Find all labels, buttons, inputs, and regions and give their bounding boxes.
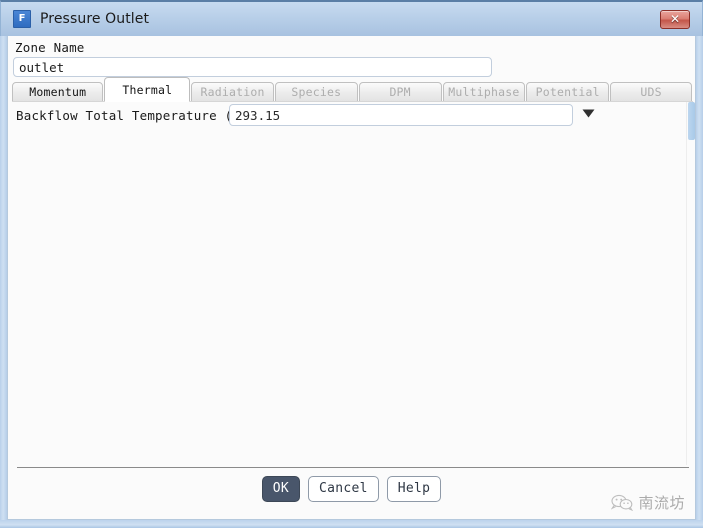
wechat-icon bbox=[611, 494, 634, 511]
backflow-total-temperature-label: Backflow Total Temperature (k) bbox=[16, 108, 248, 123]
window-frame-right bbox=[696, 0, 703, 528]
backflow-total-temperature-input[interactable] bbox=[229, 104, 573, 126]
tab-uds: UDS bbox=[610, 82, 692, 102]
zone-name-input[interactable] bbox=[13, 57, 492, 77]
zone-name-label: Zone Name bbox=[15, 40, 85, 55]
chevron-down-icon[interactable] bbox=[582, 109, 595, 118]
window-title: Pressure Outlet bbox=[40, 11, 150, 27]
tab-potential: Potential bbox=[526, 82, 610, 102]
dialog-body: Zone Name Momentum Thermal Radiation Spe… bbox=[7, 36, 696, 520]
panel-scrollbar[interactable] bbox=[686, 102, 695, 465]
tab-thermal[interactable]: Thermal bbox=[104, 77, 191, 102]
tab-dpm: DPM bbox=[358, 82, 442, 102]
close-button[interactable]: ✕ bbox=[660, 10, 690, 29]
watermark: 南流坊 bbox=[611, 492, 685, 513]
watermark-text: 南流坊 bbox=[638, 494, 685, 512]
close-icon: ✕ bbox=[669, 12, 681, 26]
fluent-app-icon: F bbox=[13, 10, 31, 28]
tab-radiation: Radiation bbox=[191, 82, 274, 102]
tab-strip: Momentum Thermal Radiation Species DPM M… bbox=[12, 77, 693, 102]
tab-species: Species bbox=[274, 82, 358, 102]
tab-multiphase: Multiphase bbox=[442, 82, 526, 102]
window-frame-left bbox=[0, 0, 7, 528]
dialog-button-row: OK Cancel Help bbox=[8, 476, 695, 502]
window-frame-bottom bbox=[0, 520, 703, 528]
cancel-button[interactable]: Cancel bbox=[307, 476, 379, 502]
panel-scrollbar-thumb[interactable] bbox=[688, 102, 695, 140]
pressure-outlet-dialog: F Pressure Outlet ✕ Zone Name Momentum T… bbox=[0, 0, 703, 528]
title-bar[interactable]: F Pressure Outlet ✕ bbox=[0, 0, 703, 36]
ok-button[interactable]: OK bbox=[261, 476, 300, 502]
help-button[interactable]: Help bbox=[386, 476, 442, 502]
thermal-tab-panel: Backflow Total Temperature (k) bbox=[8, 102, 695, 465]
footer-separator bbox=[17, 467, 689, 468]
tab-momentum[interactable]: Momentum bbox=[12, 82, 104, 102]
